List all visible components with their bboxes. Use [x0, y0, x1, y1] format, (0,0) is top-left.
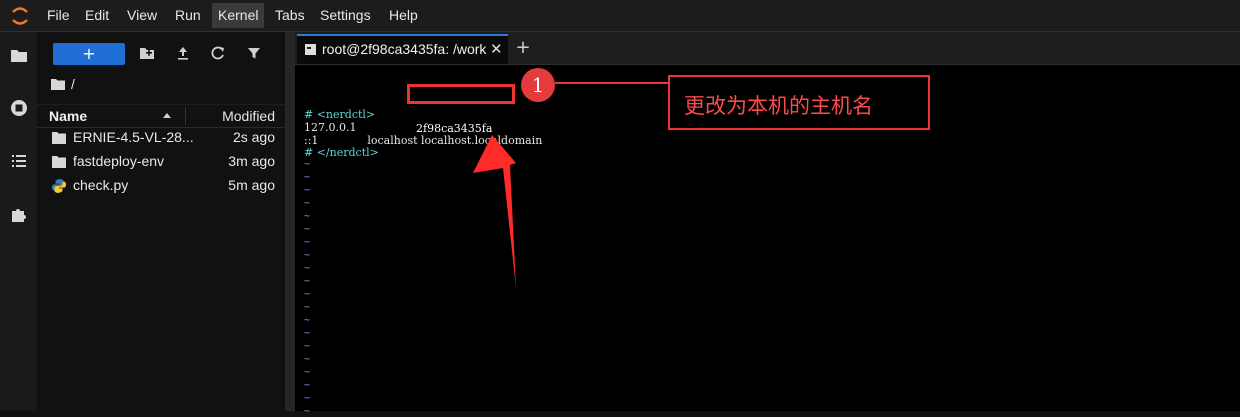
refresh-icon[interactable]	[209, 44, 227, 62]
new-folder-icon[interactable]	[138, 44, 156, 62]
vim-tilde: ~	[304, 159, 311, 170]
vim-tilde: ~	[304, 289, 311, 300]
vim-tilde: ~	[304, 302, 311, 313]
vim-tilde: ~	[304, 328, 311, 339]
folder-icon	[51, 79, 65, 90]
vim-tilde: ~	[304, 406, 311, 417]
activity-bar	[0, 32, 38, 411]
tab-label: root@2f98ca3435fa: /work	[322, 41, 487, 57]
menu-kernel[interactable]: Kernel	[212, 3, 265, 28]
new-launcher-button[interactable]: +	[53, 43, 125, 65]
list-item[interactable]: fastdeploy-env 3m ago	[37, 150, 285, 174]
menu-file[interactable]: File	[47, 7, 70, 24]
callout-text: 更改为本机的主机名	[684, 94, 873, 118]
menu-help[interactable]: Help	[389, 7, 418, 24]
column-header-name[interactable]: Name	[49, 108, 87, 124]
vim-tilde: ~	[304, 224, 311, 235]
breadcrumb-path[interactable]: /	[71, 76, 75, 92]
vim-tilde: ~	[304, 237, 311, 248]
running-sessions-icon[interactable]	[9, 98, 29, 118]
vim-tilde: ~	[304, 263, 311, 274]
vim-tilde: ~	[304, 185, 311, 196]
file-modified: 2s ago	[232, 129, 275, 145]
menu-tabs[interactable]: Tabs	[275, 7, 305, 24]
folder-icon[interactable]	[9, 46, 29, 66]
add-tab-button[interactable]: +	[513, 37, 533, 58]
column-divider[interactable]	[185, 107, 186, 125]
jupyter-logo-icon	[12, 7, 28, 25]
folder-icon	[52, 156, 66, 168]
file-name: check.py	[73, 177, 129, 193]
column-header-modified[interactable]: Modified	[222, 108, 275, 124]
sort-ascending-icon	[163, 113, 171, 118]
extension-puzzle-icon[interactable]	[9, 204, 29, 224]
step-badge: 1	[521, 68, 555, 102]
list-item[interactable]: check.py 5m ago	[37, 174, 285, 198]
vim-tilde: ~	[304, 172, 311, 183]
list-item[interactable]: ERNIE-4.5-VL-28... 2s ago	[37, 126, 285, 150]
menu-view[interactable]: View	[127, 7, 157, 24]
annotation-callout: 更改为本机的主机名	[668, 75, 930, 130]
file-browser: + / Name Modified ERNIE-4.5-VL-28... 2s …	[37, 32, 285, 411]
vim-tilde: ~	[304, 341, 311, 352]
file-name: ERNIE-4.5-VL-28...	[73, 129, 194, 145]
file-modified: 5m ago	[228, 177, 275, 193]
vim-tilde: ~	[304, 367, 311, 378]
table-of-contents-icon[interactable]	[9, 151, 29, 171]
hostname-highlight-box	[407, 84, 515, 104]
upload-icon[interactable]	[174, 44, 192, 62]
vim-tilde: ~	[304, 250, 311, 261]
menu-settings[interactable]: Settings	[320, 7, 371, 24]
menu-run[interactable]: Run	[175, 7, 201, 24]
vim-tilde: ~	[304, 354, 311, 365]
panel-splitter[interactable]	[285, 32, 295, 411]
terminal-line: # <nerdctl>	[304, 108, 376, 121]
file-modified: 3m ago	[228, 153, 275, 169]
vim-tilde: ~	[304, 393, 311, 404]
menu-edit[interactable]: Edit	[85, 7, 109, 24]
filter-icon[interactable]	[245, 44, 263, 62]
file-list-header: Name Modified	[37, 104, 285, 128]
vim-tilde: ~	[304, 276, 311, 287]
tab-bar: root@2f98ca3435fa: /work ✕ +	[295, 32, 1240, 65]
terminal-icon	[305, 44, 316, 55]
vim-tilde: ~	[304, 211, 311, 222]
terminal-line: # </nerdctl>	[304, 146, 379, 159]
folder-icon	[52, 132, 66, 144]
close-icon[interactable]: ✕	[490, 40, 503, 58]
vim-tilde: ~	[304, 380, 311, 391]
file-name: fastdeploy-env	[73, 153, 165, 169]
menu-bar: File Edit View Run Kernel Tabs Settings …	[0, 0, 1240, 32]
vim-tilde: ~	[304, 315, 311, 326]
vim-tilde: ~	[304, 198, 311, 209]
terminal-line: 127.0.0.1	[304, 121, 357, 134]
tab-terminal[interactable]: root@2f98ca3435fa: /work ✕	[297, 34, 508, 64]
python-icon	[52, 179, 66, 193]
